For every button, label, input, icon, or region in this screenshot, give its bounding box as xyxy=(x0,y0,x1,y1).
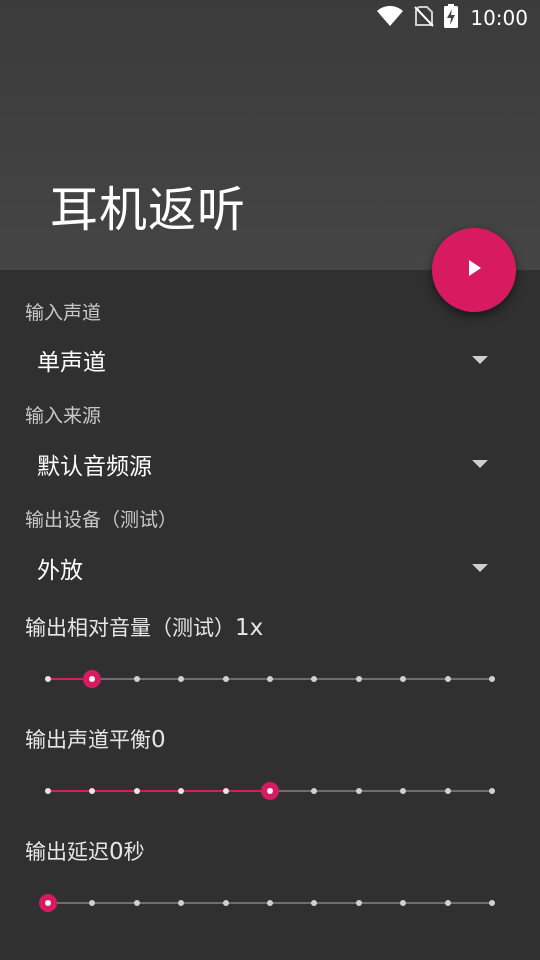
delay-unit: 秒 xyxy=(123,840,145,864)
status-clock: 10:00 xyxy=(470,6,528,30)
slider-thumb[interactable] xyxy=(83,670,102,688)
slider-tick xyxy=(444,788,451,794)
slider-tick xyxy=(222,676,229,682)
input-source-label: 输入来源 xyxy=(25,405,102,427)
slider-tick xyxy=(45,788,51,794)
output-device-value: 外放 xyxy=(37,558,83,584)
no-sim-icon xyxy=(414,5,435,31)
slider-tick xyxy=(222,900,229,906)
delay-slider[interactable] xyxy=(39,888,495,918)
slider-tick xyxy=(133,676,140,682)
slider-tick xyxy=(133,788,140,794)
slider-tick xyxy=(178,900,185,906)
slider-tick xyxy=(89,900,96,906)
slider-tick xyxy=(311,676,318,682)
slider-tick xyxy=(89,788,96,794)
slider-tick xyxy=(133,900,140,906)
slider-tick xyxy=(355,900,362,906)
input-channel-value: 单声道 xyxy=(37,350,106,376)
slider-tick xyxy=(267,900,273,906)
slider-tick xyxy=(489,676,495,682)
slider-thumb[interactable] xyxy=(261,782,279,800)
slider-tick xyxy=(45,676,51,682)
delay-label: 输出延迟0秒 xyxy=(25,836,145,866)
volume-value: 1x xyxy=(235,615,264,641)
wifi-icon xyxy=(376,5,404,31)
slider-fill xyxy=(48,790,270,792)
input-source-dropdown[interactable]: 默认音频源 xyxy=(25,436,505,492)
chevron-down-icon xyxy=(472,356,488,364)
slider-tick xyxy=(178,788,185,794)
slider-tick xyxy=(355,788,362,794)
output-device-dropdown[interactable]: 外放 xyxy=(25,540,505,596)
balance-label: 输出声道平衡0 xyxy=(25,724,166,754)
volume-label: 输出相对音量（测试）1x xyxy=(25,612,263,642)
slider-tick xyxy=(400,900,407,906)
slider-tick xyxy=(444,900,451,906)
slider-tick xyxy=(400,676,407,682)
slider-thumb[interactable] xyxy=(39,894,57,912)
slider-tick xyxy=(489,900,495,906)
battery-charging-icon xyxy=(444,4,459,32)
slider-tick xyxy=(489,788,495,794)
volume-label-text: 输出相对音量（测试） xyxy=(25,616,235,640)
output-device-label: 输出设备（测试） xyxy=(25,509,178,531)
slider-tick xyxy=(178,676,185,682)
slider-tick xyxy=(267,676,273,682)
chevron-down-icon xyxy=(472,564,488,572)
slider-tick xyxy=(355,676,362,682)
status-bar: 10:00 xyxy=(0,0,540,36)
slider-tick xyxy=(311,788,318,794)
play-icon xyxy=(463,257,485,283)
balance-label-text: 输出声道平衡 xyxy=(25,728,151,752)
chevron-down-icon xyxy=(472,460,488,468)
delay-label-text: 输出延迟 xyxy=(25,840,109,864)
input-source-value: 默认音频源 xyxy=(37,454,152,480)
slider-tick xyxy=(444,676,451,682)
page-title: 耳机返听 xyxy=(50,182,247,238)
input-channel-dropdown[interactable]: 单声道 xyxy=(25,332,505,388)
slider-tick xyxy=(222,788,229,794)
volume-slider[interactable] xyxy=(45,664,495,694)
slider-tick xyxy=(400,788,407,794)
slider-tick xyxy=(311,900,318,906)
input-channel-label: 输入声道 xyxy=(25,302,102,324)
delay-value: 0 xyxy=(109,839,124,865)
balance-slider[interactable] xyxy=(45,776,495,806)
play-button[interactable] xyxy=(432,228,516,312)
balance-value: 0 xyxy=(151,727,166,753)
